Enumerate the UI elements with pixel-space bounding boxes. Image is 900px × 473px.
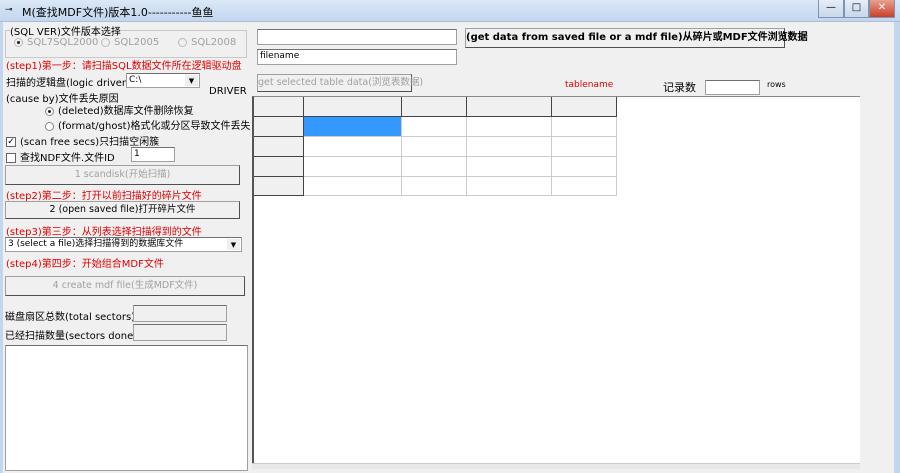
checkbox-box (6, 153, 16, 163)
open-saved-file-button[interactable]: 2 (open saved file)打开碎片文件 (5, 201, 240, 219)
step3-label: (step3)第三步：从列表选择扫描得到的文件 (6, 227, 202, 238)
chevron-down-icon: ▼ (227, 239, 240, 250)
app-icon: ⊸ (5, 5, 13, 15)
radio-label: SQL2005 (114, 37, 160, 48)
grid-cell[interactable] (552, 137, 617, 157)
grid-scrollbar[interactable] (252, 463, 860, 469)
radio-sql2008[interactable]: SQL2008 (178, 37, 236, 48)
radio-label: SQL7SQL2000 (27, 37, 99, 48)
grid-header-cell[interactable] (467, 97, 552, 117)
radio-icon (45, 106, 54, 116)
title-bar: ⊸ M(查找MDF文件)版本1.0-----------鱼鱼 — □ ✕ (0, 0, 900, 22)
driver-caption: DRIVER (209, 86, 247, 97)
minimize-button[interactable]: — (818, 0, 844, 18)
total-sectors-label: 磁盘扇区总数(total sectors) (5, 312, 136, 323)
grid-cell[interactable] (402, 157, 467, 177)
record-count-input[interactable] (705, 80, 760, 95)
grid-header-cell[interactable] (254, 97, 304, 117)
grid-cell[interactable] (467, 177, 552, 196)
tablename-label: tablename (565, 80, 614, 90)
radio-label: (deleted)数据库文件删除恢复 (58, 106, 194, 117)
grid-header-cell[interactable] (552, 97, 617, 117)
radio-icon (45, 121, 54, 131)
scan-free-checkbox[interactable]: ✓ (scan free secs)只扫描空闲簇 (6, 133, 159, 148)
window-title: M(查找MDF文件)版本1.0-----------鱼鱼 (22, 6, 214, 19)
logic-driver-label: 扫描的逻辑盘(logic driver) (6, 78, 130, 89)
grid-cell[interactable] (467, 117, 552, 137)
scandisk-button[interactable]: 1 scandisk(开始扫描) (5, 165, 240, 185)
sectors-done-label: 已经扫描数量(sectors done) (5, 331, 138, 342)
radio-sql2000[interactable]: SQL7SQL2000 (14, 37, 98, 48)
grid-row-header[interactable] (254, 177, 304, 196)
checkbox-label: 查找NDF文件.文件ID (20, 153, 115, 164)
total-sectors-field (133, 305, 227, 322)
find-ndf-checkbox[interactable]: 查找NDF文件.文件ID (6, 149, 115, 164)
grid-header-cell[interactable] (304, 97, 402, 117)
rows-label: rows (767, 80, 786, 89)
driver-value: C:\ (129, 75, 142, 85)
grid-row-header[interactable] (254, 157, 304, 177)
get-table-data-button[interactable]: get selected table data(浏览表数据) (257, 74, 423, 92)
sectors-done-field (133, 324, 227, 341)
radio-label: (format/ghost)格式化或分区导致文件丢失 (58, 121, 251, 132)
grid-row-header[interactable] (254, 117, 304, 137)
sql-version-group-title: (SQL VER)文件版本选择 (10, 23, 121, 38)
check-icon: ✓ (6, 137, 16, 147)
create-mdf-button[interactable]: 4 create mdf file(生成MDF文件) (5, 276, 245, 296)
grid-cell[interactable] (552, 177, 617, 196)
radio-icon (178, 37, 187, 47)
radio-label: SQL2008 (191, 37, 237, 48)
grid-cell[interactable] (304, 177, 402, 196)
chevron-down-icon: ▼ (185, 75, 198, 86)
data-grid[interactable] (252, 96, 860, 463)
grid-cell[interactable] (467, 157, 552, 177)
logic-driver-select[interactable]: C:\ ▼ (126, 73, 200, 88)
grid-cell[interactable] (402, 117, 467, 137)
maximize-button[interactable]: □ (844, 0, 869, 18)
step1-label: (step1)第一步：请扫描SQL数据文件所在逻辑驱动盘 (6, 61, 242, 72)
grid-cell[interactable] (552, 117, 617, 137)
grid-cell[interactable] (304, 157, 402, 177)
grid-cell[interactable] (467, 137, 552, 157)
grid-cell[interactable] (304, 117, 402, 137)
filename-input[interactable]: filename (257, 49, 457, 65)
window-frame-right (894, 22, 900, 473)
ndf-id-input[interactable]: 1 (131, 147, 175, 162)
grid-cell[interactable] (304, 137, 402, 157)
log-textarea[interactable] (5, 345, 248, 471)
grid-cell[interactable] (402, 137, 467, 157)
radio-sql2005[interactable]: SQL2005 (101, 37, 159, 48)
window-frame-left (0, 22, 3, 473)
radio-deleted[interactable]: (deleted)数据库文件删除恢复 (45, 102, 194, 117)
grid-header-cell[interactable] (402, 97, 467, 117)
radio-format[interactable]: (format/ghost)格式化或分区导致文件丢失 (45, 117, 250, 132)
path-input[interactable] (257, 29, 457, 45)
step4-label: (step4)第四步：开始组合MDF文件 (6, 259, 164, 270)
select-value: 3 (select a file)选择扫描得到的数据库文件 (8, 239, 184, 249)
step2-label: (step2)第二步：打开以前扫描好的碎片文件 (6, 191, 202, 202)
get-data-button[interactable]: (get data from saved file or a mdf file)… (465, 28, 808, 48)
grid-cell[interactable] (402, 177, 467, 196)
grid-cell[interactable] (552, 157, 617, 177)
grid-row-header[interactable] (254, 137, 304, 157)
close-button[interactable]: ✕ (869, 0, 895, 18)
radio-icon (14, 37, 23, 47)
record-count-label: 记录数 (663, 81, 696, 94)
select-file-dropdown[interactable]: 3 (select a file)选择扫描得到的数据库文件 ▼ (5, 237, 242, 252)
radio-icon (101, 37, 110, 47)
